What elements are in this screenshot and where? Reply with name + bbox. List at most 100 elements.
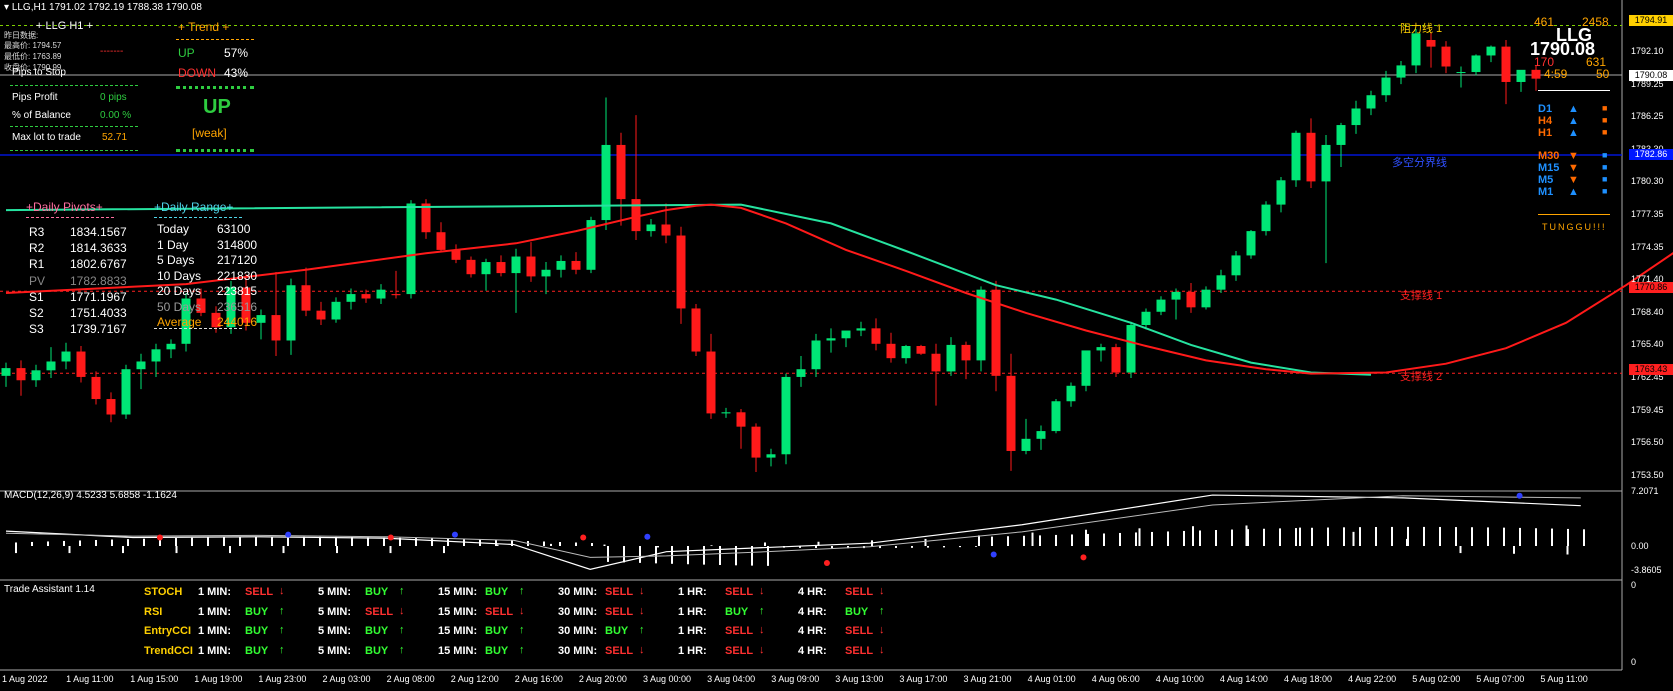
ta-signal: BUY <box>605 625 629 637</box>
candle <box>931 343 941 406</box>
price-tick: 1756.50 <box>1631 437 1664 448</box>
time-tick: 4 Aug 22:00 <box>1348 674 1397 684</box>
arrow-down-icon: ↓ <box>879 624 885 636</box>
ta-timeframe-label: 15 MIN: <box>438 586 478 598</box>
trend-arrow-down-icon: ▼ <box>1568 174 1579 186</box>
ta-timeframe-label: 1 MIN: <box>198 625 231 637</box>
range-label-3: 10 Days <box>157 268 202 283</box>
candle <box>391 270 401 299</box>
time-tick: 4 Aug 14:00 <box>1219 674 1268 684</box>
ta-timeframe-label: 4 HR: <box>798 605 827 618</box>
time-tick: 4 Aug 06:00 <box>1091 674 1140 684</box>
candle <box>601 97 611 231</box>
range-label-4: 20 Days <box>157 284 202 298</box>
symbol-header: ▾ LLG,H1 1791.02 1792.19 1788.38 1790.08 <box>4 2 202 13</box>
pivots-title: +Daily Pivots+ <box>26 200 103 214</box>
arrow-down-icon: ↓ <box>879 643 885 656</box>
pivot-value-pv: 1782.8833 <box>70 273 127 288</box>
ta-timeframe-label: 5 MIN: <box>318 644 351 657</box>
collapse-arrow-icon[interactable]: ▾ <box>4 2 9 13</box>
candle <box>811 333 821 377</box>
candle <box>1516 69 1526 92</box>
time-tick: 3 Aug 09:00 <box>771 674 820 684</box>
ta-timeframe-label: 5 MIN: <box>318 625 351 637</box>
candle <box>991 280 1001 392</box>
ta-timeframe-label: 1 HR: <box>678 625 707 637</box>
candle <box>1171 288 1181 320</box>
range-value-3: 221830 <box>217 268 258 283</box>
candle <box>616 132 626 226</box>
arrow-up-icon: ↑ <box>879 604 885 617</box>
resistance-price-box: 1794.91 <box>1629 15 1673 26</box>
time-tick: 2 Aug 20:00 <box>578 674 627 684</box>
info-line-2: 最低价: 1763.89 <box>4 52 62 61</box>
candle <box>316 301 326 326</box>
candle <box>511 248 521 313</box>
trade-assistant-title: Trade Assistant 1.14 <box>4 584 95 595</box>
time-tick: 2 Aug 03:00 <box>322 674 371 684</box>
arrow-up-icon: ↑ <box>279 624 285 636</box>
candle <box>871 318 881 351</box>
trend-arrow-up-icon: ▲ <box>1568 186 1579 198</box>
candle <box>586 216 596 274</box>
candle <box>31 364 41 387</box>
candle <box>646 218 656 237</box>
candle <box>1 362 11 387</box>
divider-line-label: 多空分界线 <box>1392 157 1447 169</box>
ta-signal: BUY <box>845 605 869 618</box>
candle <box>1501 39 1511 105</box>
candle <box>796 355 806 387</box>
resistance-line-label: 阻力线 1 <box>1400 23 1443 35</box>
price-tick: 1786.25 <box>1631 111 1664 122</box>
arrow-up-icon: ↑ <box>639 624 645 636</box>
time-tick: 5 Aug 11:00 <box>1540 674 1588 684</box>
trend-down-value: 43% <box>224 66 249 80</box>
candle <box>406 200 416 299</box>
arrow-down-icon: ↓ <box>759 624 765 636</box>
candle <box>676 226 686 324</box>
macd-tick-top: 7.2071 <box>1631 486 1659 496</box>
candle <box>781 373 791 465</box>
time-tick: 3 Aug 17:00 <box>899 674 948 684</box>
candle <box>256 309 266 340</box>
arrow-down-icon: ↓ <box>639 604 645 617</box>
candle <box>1261 201 1271 236</box>
ta-timeframe-label: 5 MIN: <box>318 586 351 598</box>
time-tick: 3 Aug 21:00 <box>963 674 1012 684</box>
candle <box>436 222 446 253</box>
trend-down-label: DOWN <box>178 66 216 80</box>
pivot-label-s2: S2 <box>29 306 44 320</box>
pivot-value-s2: 1751.4033 <box>70 306 127 320</box>
candle <box>1456 66 1466 88</box>
candle <box>16 360 26 396</box>
support1-price-box: 1770.86 <box>1629 282 1673 293</box>
trend-arrow-down-icon: ▼ <box>1568 162 1579 174</box>
macd-cross-marker <box>644 533 651 540</box>
time-tick: 4 Aug 10:00 <box>1155 674 1204 684</box>
current-price-box: 1790.08 <box>1629 70 1673 81</box>
macd-cross-marker <box>823 559 830 566</box>
candle <box>1321 135 1331 264</box>
candle <box>1021 418 1031 455</box>
range-value-4: 223815 <box>217 284 258 298</box>
time-tick: 3 Aug 13:00 <box>835 674 884 684</box>
candle <box>1126 321 1136 379</box>
arrow-down-icon: ↓ <box>519 604 525 617</box>
pivot-value-r3: 1834.1567 <box>70 225 127 239</box>
candle <box>1366 90 1376 116</box>
candle <box>1051 399 1061 434</box>
pivot-value-s3: 1739.7167 <box>70 322 127 337</box>
ta-indicator-rsi: RSI <box>144 605 163 618</box>
status-square-icon: ■ <box>1602 186 1608 196</box>
candle <box>91 371 101 405</box>
stat-50: 50 <box>1596 67 1610 81</box>
ta-signal: BUY <box>245 625 269 637</box>
ta-signal: SELL <box>365 605 394 618</box>
candle <box>286 278 296 355</box>
time-tick: 2 Aug 16:00 <box>514 674 563 684</box>
ta-timeframe-label: 30 MIN: <box>558 605 598 618</box>
candle <box>421 199 431 239</box>
ta-timeframe-label: 1 MIN: <box>198 644 231 657</box>
candle <box>121 364 131 419</box>
ta-signal: BUY <box>365 625 389 637</box>
